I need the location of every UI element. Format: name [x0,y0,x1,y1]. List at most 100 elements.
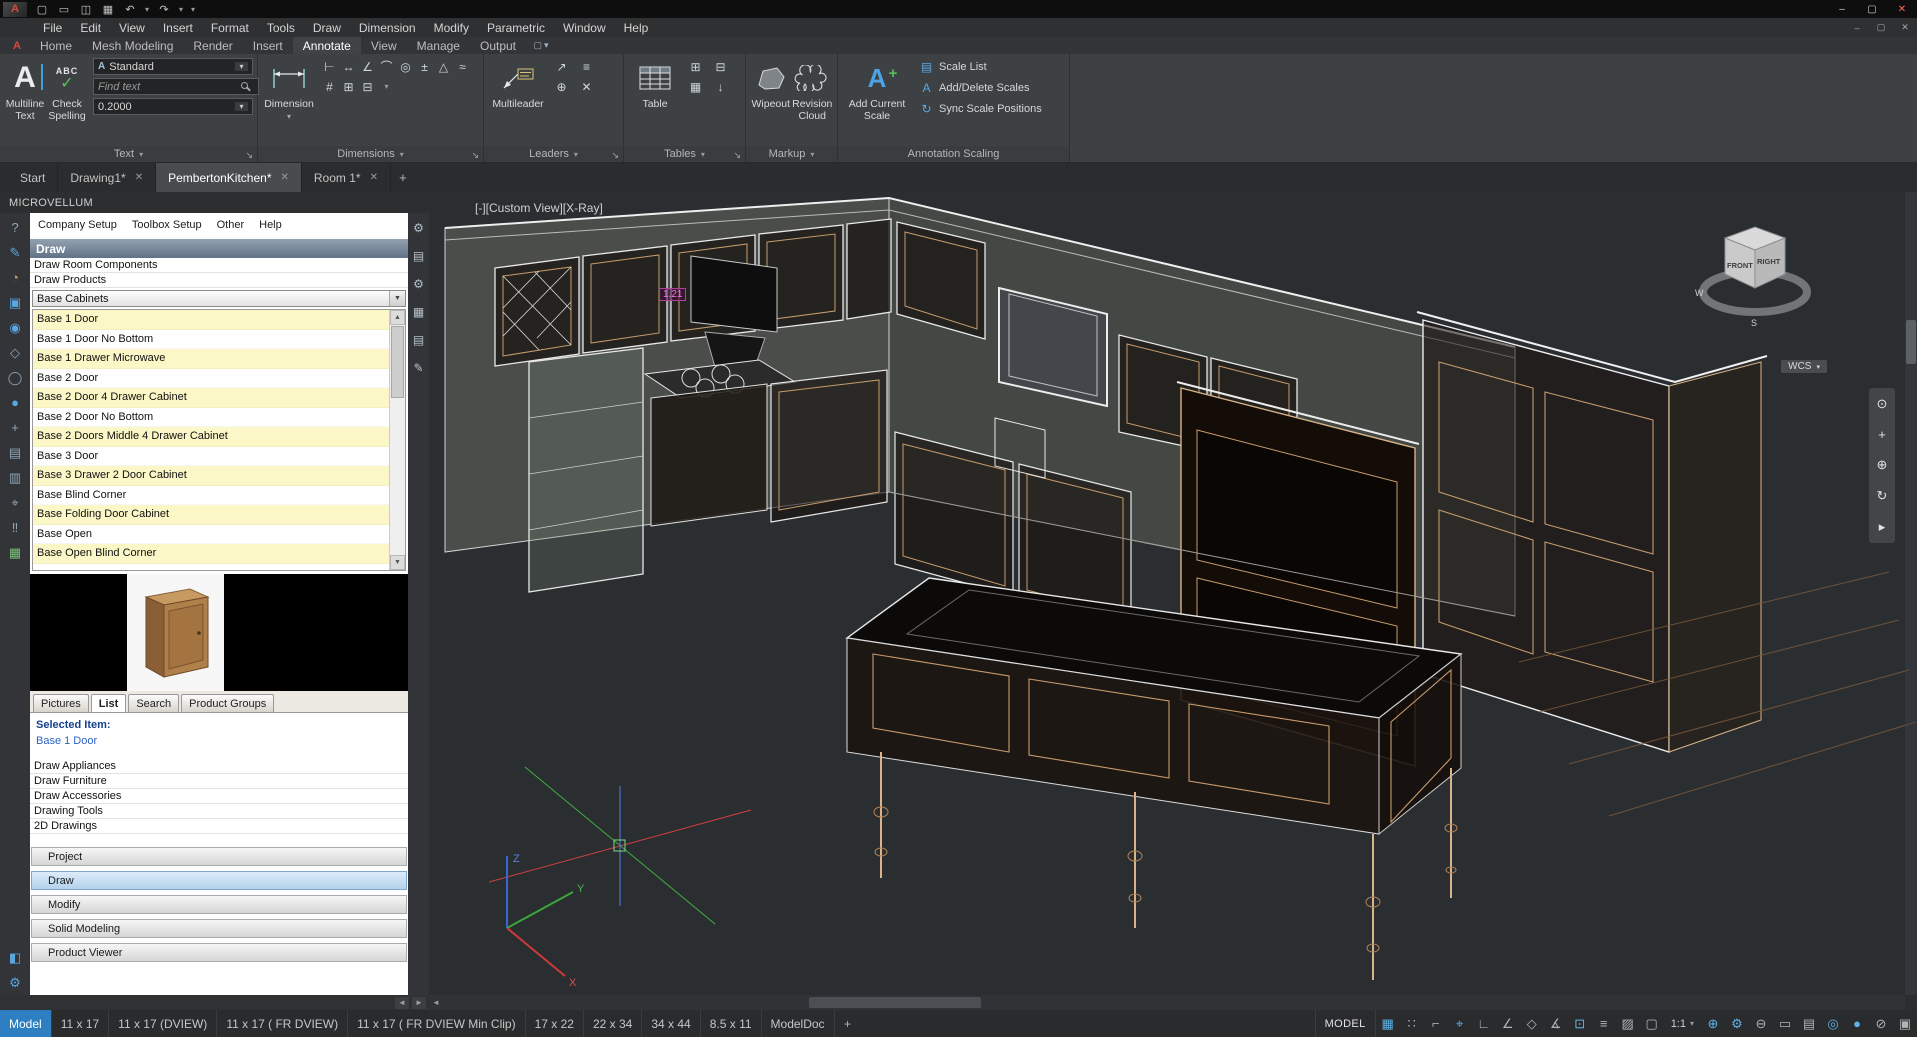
ellipse-icon[interactable]: ◯ [2,365,28,390]
menu-view[interactable]: View [110,18,154,37]
show-motion-icon[interactable]: ▸ [1879,519,1886,535]
menu-modify[interactable]: Modify [425,18,478,37]
lineweight-icon[interactable]: ≡ [1592,1010,1616,1037]
dialog-launcher-icon[interactable]: ↘ [245,150,253,161]
product-list-item[interactable]: Base 2 Door [33,369,389,389]
table-tool-icon[interactable]: ↓ [711,78,730,95]
redo-icon[interactable]: ↷ [153,3,175,16]
dialog-launcher-icon[interactable]: ↘ [733,150,741,161]
maximize-button[interactable]: ▢ [1857,0,1887,18]
snap-mode-icon[interactable]: ∷ [1400,1010,1424,1037]
transparency-icon[interactable]: ▨ [1616,1010,1640,1037]
viewport-controls-label[interactable]: [-][Custom View][X-Ray] [475,201,603,215]
compass-south-label[interactable]: S [1751,318,1757,328]
layout-tab[interactable]: 34 x 44 [642,1010,700,1037]
doc-tab-drawing1[interactable]: Drawing1* ✕ [58,163,156,192]
annotation-scale-select[interactable]: 1:1 ▾ [1664,1010,1701,1037]
layout-tab[interactable]: 22 x 34 [584,1010,642,1037]
product-list-item[interactable]: Base Open Blind Corner [33,544,389,564]
table-button[interactable]: Table [628,58,682,146]
search-icon[interactable] [241,82,248,89]
chevron-down-icon[interactable]: ▾ [377,78,396,95]
drawing-tools-link[interactable]: Drawing Tools [30,804,408,819]
leader-tool-icon[interactable]: ≡ [577,58,596,75]
chevron-down-icon[interactable]: ▼ [389,291,405,306]
navigation-bar[interactable]: ⊙ + ⊕ ↻ ▸ [1869,388,1895,543]
layout-tab[interactable]: ModelDoc [762,1010,835,1037]
panel-title-dimensions[interactable]: Dimensions ▾ ↘ [258,146,483,162]
selection-cycling-icon[interactable]: ▢ [1640,1010,1664,1037]
section-solid-modeling[interactable]: Solid Modeling [31,919,407,938]
clean-screen-icon[interactable]: ▣ [1893,1010,1917,1037]
doc-restore-button[interactable]: ▢ [1869,20,1893,36]
compass-west-label[interactable]: W [1695,288,1704,298]
sphere-icon[interactable]: ● [2,390,28,415]
ribbon-tab-insert[interactable]: Insert [243,37,293,54]
draw-appliances-link[interactable]: Draw Appliances [30,759,408,774]
ribbon-tab-home[interactable]: Home [30,37,82,54]
ribbon-tab-annotate[interactable]: Annotate [293,37,361,54]
multileader-button[interactable]: Multileader [488,58,548,146]
menu-parametric[interactable]: Parametric [478,18,554,37]
plot-icon[interactable]: ▦ [97,3,119,16]
view-cube[interactable]: W S FRONT RIGHT [1691,218,1821,336]
gear-icon[interactable]: ⚙ [413,277,424,291]
layout-tab[interactable]: 11 x 17 ( FR DVIEW Min Clip) [348,1010,525,1037]
scroll-down-icon[interactable]: ▼ [390,555,405,570]
polygon-icon[interactable]: ◇ [2,340,28,365]
chevron-down-icon[interactable]: ▾ [235,102,248,111]
product-list-item[interactable]: Base 3 Drawer 2 Door Cabinet [33,466,389,486]
2d-drawings-link[interactable]: 2D Drawings [30,819,408,834]
scroll-up-icon[interactable]: ▲ [390,310,405,325]
doc-tab-pembertonkitchen[interactable]: PembertonKitchen* ✕ [156,163,302,192]
render-camera-icon[interactable]: ◉ [2,315,28,340]
product-list-item[interactable]: Base 2 Doors Middle 4 Drawer Cabinet [33,427,389,447]
panel-title-leaders[interactable]: Leaders ▾ ↘ [484,146,623,162]
draw-pencil-icon[interactable]: ✎ [2,240,28,265]
add-current-scale-button[interactable]: A + Add Current Scale [842,58,912,146]
extrude-icon[interactable]: ▥ [2,465,28,490]
steering-wheel-icon[interactable]: ⊙ [1877,396,1888,412]
dimension-tool-icon[interactable]: ↔ [339,58,358,75]
menu-other[interactable]: Other [217,219,245,235]
ribbon-tab-render[interactable]: Render [183,37,242,54]
annotation-monitor-icon[interactable]: ⊖ [1749,1010,1773,1037]
open-file-icon[interactable]: ▭ [53,3,75,16]
menu-insert[interactable]: Insert [154,18,202,37]
dimension-tool-icon[interactable]: ∠ [358,58,377,75]
close-tab-icon[interactable]: ✕ [370,172,378,183]
spiral-icon[interactable]: ◔ [2,265,28,290]
dimension-tool-icon[interactable]: △ [434,58,453,75]
new-file-icon[interactable]: ▢ [31,3,53,16]
wcs-selector[interactable]: WCS ▾ [1781,360,1827,373]
layers-icon[interactable]: ▤ [2,440,28,465]
ortho-icon[interactable]: ∟ [1472,1010,1496,1037]
monitor-icon[interactable]: ▦ [2,540,28,565]
save-icon[interactable]: ◫ [75,3,97,16]
dimension-tool-icon[interactable]: ⊢ [320,58,339,75]
polar-tracking-icon[interactable]: ∠ [1496,1010,1520,1037]
menu-tools[interactable]: Tools [258,18,304,37]
document-icon[interactable]: ▤ [413,249,424,263]
palette-title[interactable]: MICROVELLUM [0,192,429,213]
ribbon-tab-view[interactable]: View [361,37,407,54]
table-tool-icon[interactable]: ⊟ [711,58,730,75]
menu-help[interactable]: Help [615,18,658,37]
menu-edit[interactable]: Edit [71,18,110,37]
product-list-item[interactable]: Base 1 Drawer Microwave [33,349,389,369]
window-icon[interactable]: ◧ [2,945,28,970]
viewcube-front-face[interactable]: FRONT [1727,261,1753,270]
draw-accessories-link[interactable]: Draw Accessories [30,789,408,804]
scroll-left-icon[interactable]: ◄ [395,997,409,1009]
product-list-item[interactable]: Base Open [33,525,389,545]
dimension-tool-icon[interactable]: ⌒ [377,58,396,75]
product-list-item[interactable]: Base Blind Corner [33,486,389,506]
layout-tab[interactable]: 17 x 22 [526,1010,584,1037]
category-select[interactable]: Base Cabinets ▼ [32,290,406,307]
section-modify[interactable]: Modify [31,895,407,914]
dialog-launcher-icon[interactable]: ↘ [471,150,479,161]
product-list-item[interactable]: Base 3 Door [33,447,389,467]
pan-icon[interactable]: + [1878,427,1886,442]
table-tool-icon[interactable]: ▦ [686,78,705,95]
graphics-performance-icon[interactable]: ● [1845,1010,1869,1037]
